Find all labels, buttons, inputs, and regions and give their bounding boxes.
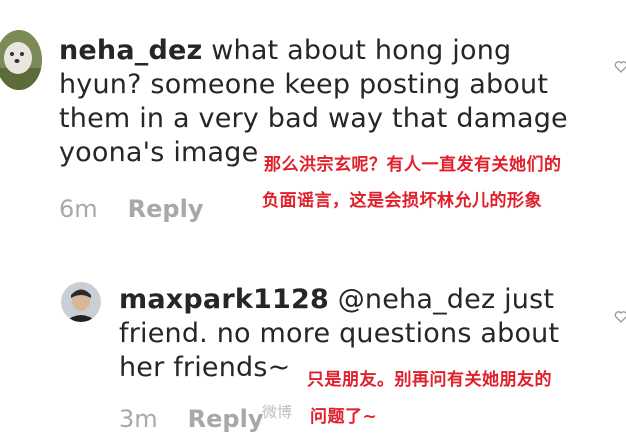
comment-body-line: friend. no more questions about [119,318,560,349]
comment-body-line: just [495,284,555,315]
comment-body-line: them in a very bad way that damage [59,103,568,134]
comment-body-line: her friends~ [119,352,291,383]
comment-body-line: hyun? someone keep posting about [59,69,549,100]
annotation-line: 那么洪宗玄呢？有人一直发有关她们的 [264,155,562,175]
comment-username[interactable]: neha_dez [59,35,202,66]
comment-body-line: yoona's image [59,137,259,168]
watermark: 微博 [262,403,293,421]
avatar-neha-dez[interactable] [0,30,42,90]
mention-link[interactable]: @neha_dez [329,284,495,315]
comment-meta-1: 6m Reply [59,195,203,223]
annotation-line: 问题了~ [310,407,378,427]
heart-icon[interactable] [614,60,626,74]
reply-button[interactable]: Reply [128,195,204,223]
heart-icon[interactable] [614,310,626,324]
comment-username[interactable]: maxpark1128 [119,284,329,315]
avatar-maxpark1128[interactable] [61,282,101,322]
comment-body-line: what about hong jong [202,35,512,66]
annotation-line: 只是朋友。别再问有关她朋友的 [307,370,552,390]
annotation-line: 负面谣言，这是会损坏林允儿的形象 [262,191,542,211]
comment-time: 6m [59,195,98,223]
